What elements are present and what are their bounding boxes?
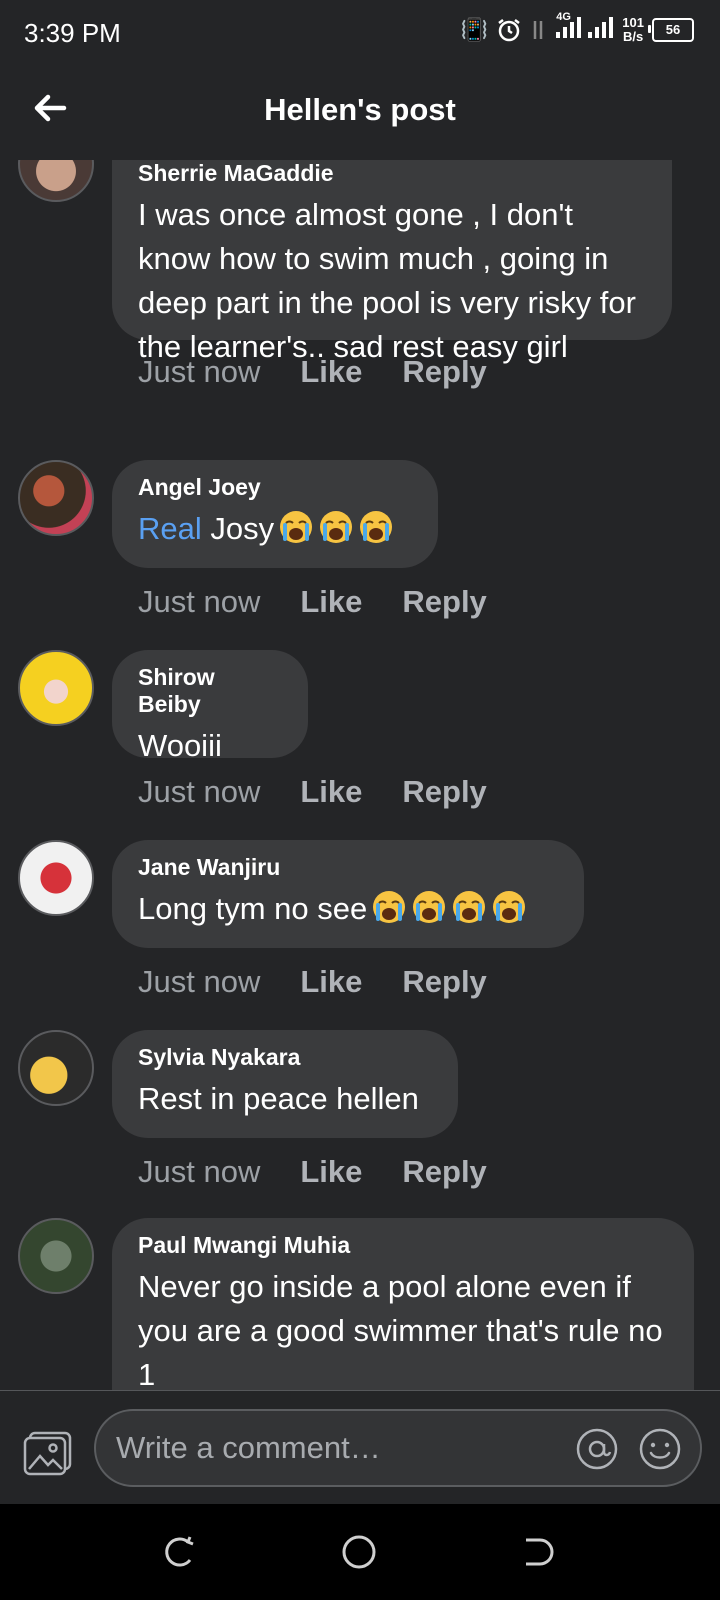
- status-icons: 📳 4G 101 B/s 56: [460, 11, 694, 45]
- comment-author[interactable]: Jane Wanjiru: [138, 854, 558, 881]
- home-icon[interactable]: [341, 1534, 377, 1570]
- comment-text-body: Long tym no see: [138, 891, 368, 926]
- comment-author[interactable]: Angel Joey: [138, 474, 412, 501]
- status-bar: 3:39 PM 📳 4G 101 B/s 56: [0, 0, 720, 64]
- comment-text: Rest in peace hellen: [138, 1081, 419, 1116]
- like-button[interactable]: Like: [300, 774, 362, 810]
- comment-actions: Just now Like Reply: [138, 1154, 487, 1190]
- comment-time: Just now: [138, 964, 261, 999]
- mention-icon[interactable]: [575, 1427, 619, 1471]
- like-button[interactable]: Like: [300, 584, 362, 620]
- avatar[interactable]: [18, 840, 94, 916]
- avatar[interactable]: [18, 1030, 94, 1106]
- battery-icon: 56: [648, 17, 694, 42]
- alarm-icon: [498, 18, 521, 41]
- comment-author[interactable]: Paul Mwangi Muhia: [138, 1232, 668, 1259]
- avatar[interactable]: [18, 160, 94, 202]
- signal-group: 4G: [554, 11, 614, 45]
- header: Hellen's post: [0, 64, 720, 160]
- like-button[interactable]: Like: [300, 1154, 362, 1190]
- comment-bubble[interactable]: Sylvia Nyakara Rest in peace hellen: [112, 1030, 458, 1138]
- net-speed-unit: B/s: [623, 28, 644, 44]
- like-button[interactable]: Like: [300, 964, 362, 1000]
- reply-button[interactable]: Reply: [402, 774, 486, 810]
- net-speed-value: 101: [622, 14, 644, 30]
- comment-time: Just now: [138, 584, 261, 619]
- crying-face-emoji-icon: [491, 889, 527, 925]
- page-title: Hellen's post: [264, 92, 456, 127]
- photo-icon[interactable]: [22, 1429, 74, 1477]
- comment-author[interactable]: Sylvia Nyakara: [138, 1044, 432, 1071]
- comment-bubble[interactable]: Shirow Beiby Wooiii: [112, 650, 308, 763]
- comment-bubble[interactable]: Jane Wanjiru Long tym no see: [112, 840, 584, 948]
- back-icon[interactable]: [520, 1534, 556, 1570]
- avatar[interactable]: [18, 460, 94, 536]
- avatar[interactable]: [18, 650, 94, 726]
- network-type: 4G: [556, 11, 571, 23]
- comment-text: Never go inside a pool alone even if you…: [138, 1269, 663, 1390]
- comment-text: Wooiii: [138, 728, 222, 763]
- comment-actions: Just now Like Reply: [138, 964, 487, 1000]
- comment-author[interactable]: Sherrie MaGaddie: [138, 160, 646, 187]
- emoji-row: [367, 891, 527, 926]
- comment-bubble[interactable]: Paul Mwangi Muhia Never go inside a pool…: [112, 1218, 694, 1390]
- comment-composer: [0, 1390, 720, 1505]
- crying-face-emoji-icon: [278, 509, 314, 545]
- comment-time: Just now: [138, 354, 261, 389]
- data-transfer-icon: [534, 20, 543, 39]
- comment-list[interactable]: Sherrie MaGaddie I was once almost gone …: [0, 160, 720, 1390]
- comment-bubble[interactable]: Sherrie MaGaddie I was once almost gone …: [112, 160, 672, 364]
- mention-link[interactable]: Real: [138, 511, 202, 546]
- comment-time: Just now: [138, 774, 261, 809]
- comment-author[interactable]: Shirow Beiby: [138, 664, 282, 718]
- comment-bubble[interactable]: Angel Joey Real Josy: [112, 460, 438, 568]
- reply-button[interactable]: Reply: [402, 964, 486, 1000]
- battery-level: 56: [665, 22, 681, 37]
- crying-face-emoji-icon: [451, 889, 487, 925]
- comment-actions: Just now Like Reply: [138, 774, 487, 810]
- vibrate-icon: 📳: [460, 16, 489, 42]
- recents-icon[interactable]: [162, 1534, 198, 1570]
- reply-button[interactable]: Reply: [402, 584, 486, 620]
- reply-button[interactable]: Reply: [402, 354, 486, 390]
- net-speed: 101 B/s: [622, 14, 644, 44]
- like-button[interactable]: Like: [300, 354, 362, 390]
- comment-actions: Just now Like Reply: [138, 584, 487, 620]
- status-time: 3:39 PM: [24, 18, 121, 48]
- comment-time: Just now: [138, 1154, 261, 1189]
- crying-face-emoji-icon: [371, 889, 407, 925]
- crying-face-emoji-icon: [358, 509, 394, 545]
- comment-text: Long tym no see: [138, 887, 558, 931]
- comment-text-body: Josy: [201, 511, 275, 546]
- system-nav-bar: [0, 1504, 720, 1600]
- emoji-icon[interactable]: [638, 1427, 682, 1471]
- avatar[interactable]: [18, 1218, 94, 1294]
- comment-actions: Just now Like Reply: [138, 354, 487, 390]
- emoji-row: [274, 511, 394, 546]
- comment-text: I was once almost gone , I don't know ho…: [138, 197, 636, 364]
- reply-button[interactable]: Reply: [402, 1154, 486, 1190]
- crying-face-emoji-icon: [411, 889, 447, 925]
- crying-face-emoji-icon: [318, 509, 354, 545]
- comment-text: Real Josy: [138, 507, 412, 551]
